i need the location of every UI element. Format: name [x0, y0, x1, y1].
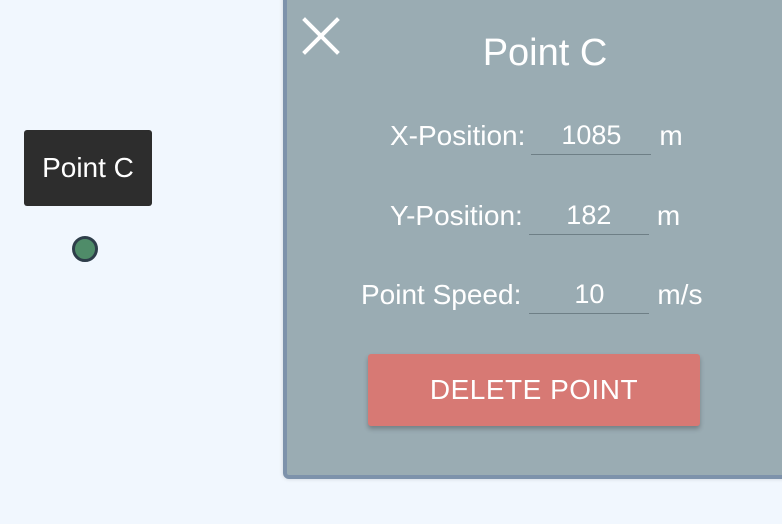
x-position-row: X-Position: m: [390, 114, 683, 158]
y-position-label: Y-Position:: [390, 200, 523, 231]
x-position-unit: m: [659, 120, 683, 151]
point-speed-unit: m/s: [657, 279, 703, 310]
y-position-row: Y-Position: m: [390, 194, 680, 238]
point-speed-label: Point Speed:: [361, 279, 522, 310]
point-speed-input[interactable]: [529, 276, 650, 314]
panel-title: Point C: [482, 32, 608, 74]
point-marker[interactable]: [72, 236, 98, 262]
point-detail-panel: Point C X-Position: m Y-Position: m Poin…: [283, 0, 782, 479]
x-position-input[interactable]: [531, 117, 652, 155]
point-tooltip: Point C: [24, 130, 152, 206]
point-speed-row: Point Speed: m/s: [361, 273, 702, 317]
point-tooltip-label: Point C: [42, 152, 134, 183]
y-position-input[interactable]: [528, 197, 649, 235]
x-position-label: X-Position:: [390, 120, 526, 151]
y-position-unit: m: [656, 200, 681, 231]
delete-point-button[interactable]: DELETE POINT: [368, 354, 700, 426]
